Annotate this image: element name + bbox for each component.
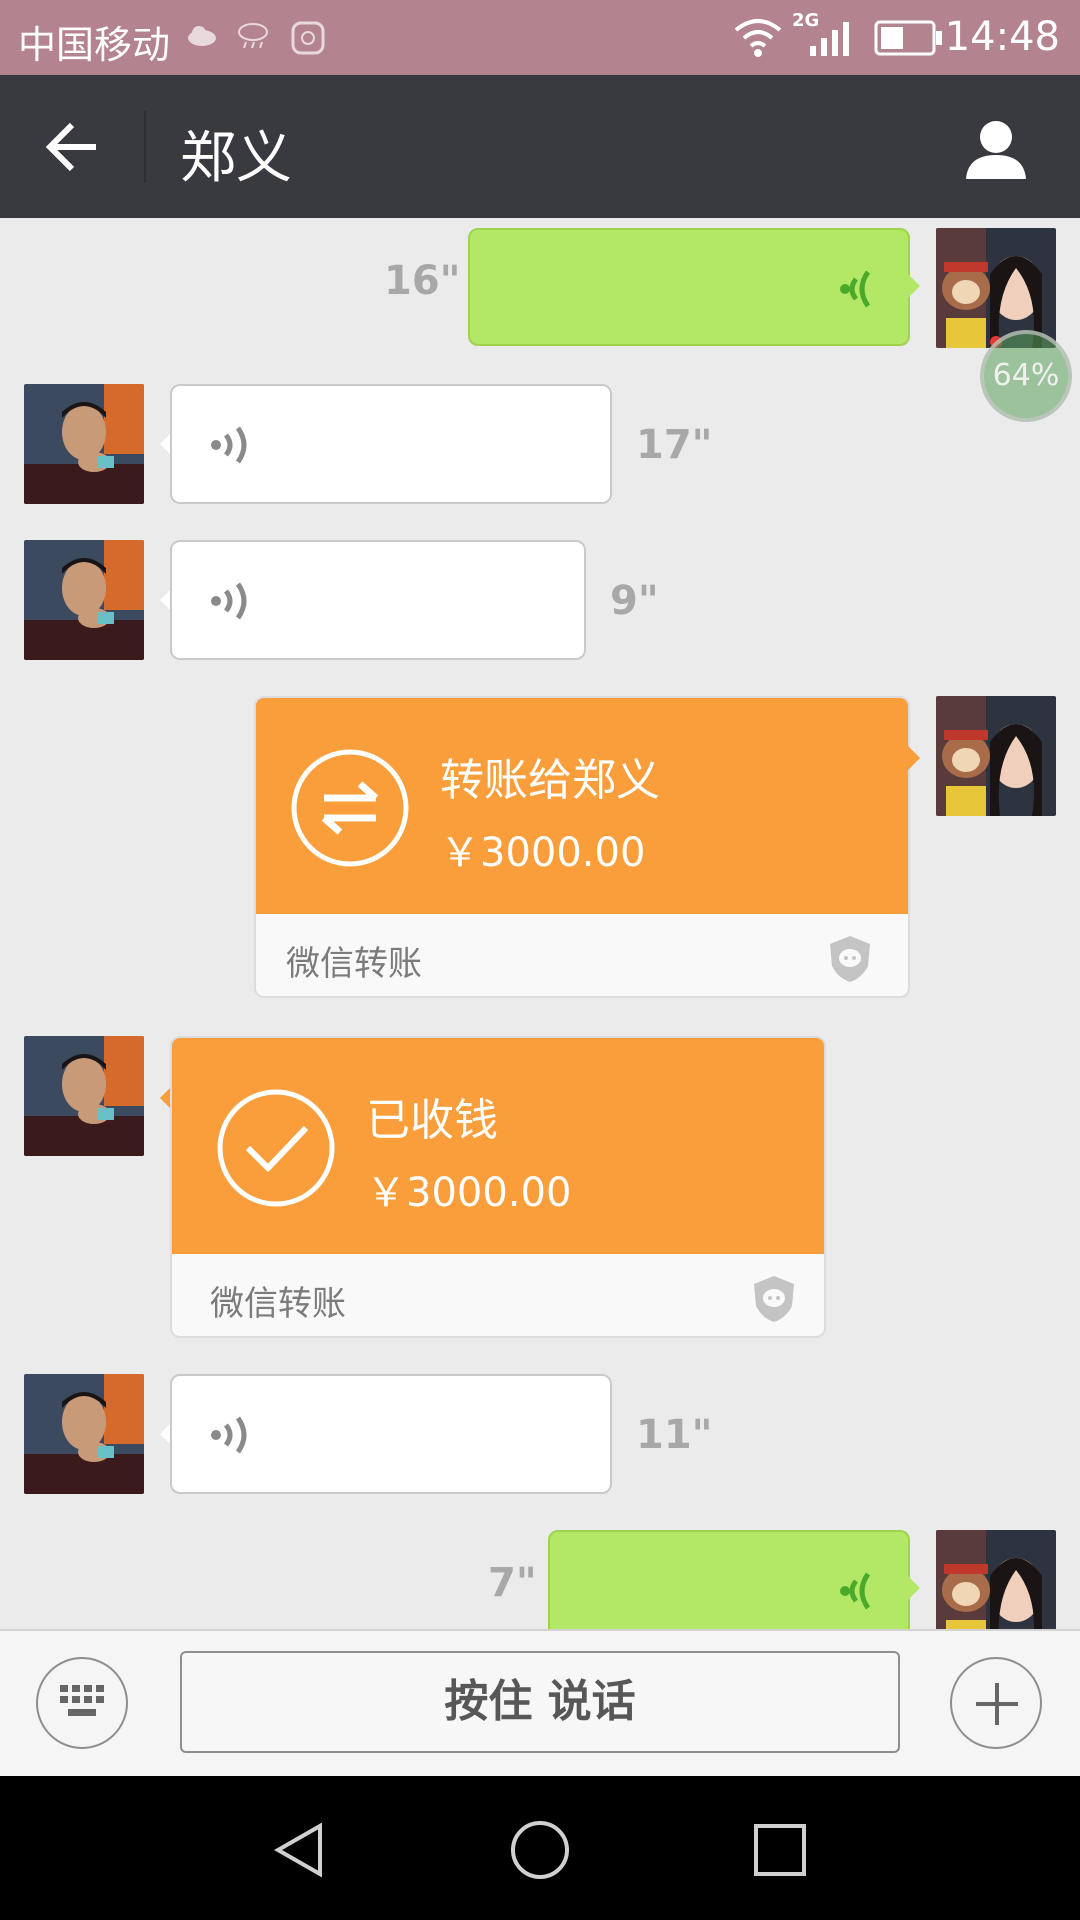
- message-row: 11": [0, 1374, 1080, 1494]
- message-row: 16" 64%: [0, 228, 1080, 422]
- voice-bubble[interactable]: [468, 228, 910, 346]
- voice-wave-icon: [840, 270, 871, 308]
- signal-icon: [810, 22, 849, 56]
- title-bar: 郑义: [0, 75, 1080, 218]
- message-row: 7": [0, 1530, 1080, 1629]
- keyboard-icon: [60, 1685, 104, 1716]
- cloud-icon: [188, 26, 216, 46]
- title-divider: [144, 111, 146, 183]
- transfer-amount: ￥3000.00: [440, 830, 646, 876]
- voice-wave-icon: [211, 426, 247, 464]
- wechat-shield-icon: [830, 936, 870, 982]
- voice-bubble[interactable]: [170, 1374, 612, 1494]
- voice-duration: 7": [488, 1560, 537, 1606]
- bubble-tail: [908, 746, 920, 770]
- transfer-card-top: 转账给郑义 ￥3000.00: [256, 698, 908, 914]
- transfer-card-top: 已收钱 ￥3000.00: [172, 1038, 824, 1254]
- avatar[interactable]: [24, 1036, 144, 1156]
- transfer-footer-label: 微信转账: [286, 944, 422, 984]
- transfer-arrows-icon: [291, 749, 409, 867]
- voice-bubble[interactable]: [170, 384, 612, 504]
- home-circle-icon[interactable]: [508, 1818, 572, 1882]
- voice-duration: 16": [384, 258, 461, 304]
- recents-square-icon[interactable]: [752, 1822, 808, 1878]
- voice-bubble[interactable]: [170, 540, 586, 660]
- arrow-left-icon[interactable]: [44, 121, 100, 173]
- bubble-tail: [908, 1576, 920, 1600]
- voice-duration: 17": [636, 422, 713, 468]
- status-bar: 中国移动 2G 14:48: [0, 0, 1080, 75]
- avatar-man-image: [24, 540, 144, 660]
- transfer-card[interactable]: 转账给郑义 ￥3000.00 微信转账: [254, 696, 910, 998]
- app-notification-icon: [291, 21, 325, 55]
- transfer-card-footer: 微信转账: [256, 914, 908, 996]
- transfer-footer-label: 微信转账: [210, 1284, 346, 1324]
- bubble-tail: [908, 274, 920, 298]
- hold-to-talk-button[interactable]: 按住 说话: [180, 1651, 900, 1753]
- chat-area[interactable]: 16" 64% 17" 9" 转账给郑义 ￥3000.00 微信转账 已收钱 ￥…: [0, 218, 1080, 1629]
- chat-title: 郑义: [180, 126, 292, 191]
- avatar-man-image: [24, 1374, 144, 1494]
- message-row: 已收钱 ￥3000.00 微信转账: [0, 1036, 1080, 1340]
- voice-bubble[interactable]: [548, 1530, 910, 1629]
- transfer-title: 已收钱: [366, 1095, 498, 1146]
- battery-icon: [874, 20, 942, 56]
- back-triangle-icon[interactable]: [272, 1820, 328, 1880]
- plus-icon: [976, 1683, 1018, 1725]
- clock: 14:48: [944, 14, 1060, 60]
- keyboard-toggle-button[interactable]: [36, 1657, 128, 1749]
- rain-icon: [238, 23, 268, 49]
- transfer-card-footer: 微信转账: [172, 1254, 824, 1336]
- avatar-woman-image: [936, 228, 1056, 348]
- message-row: 9": [0, 540, 1080, 660]
- navigation-bar: [0, 1776, 1080, 1920]
- voice-wave-icon: [840, 1572, 871, 1610]
- transfer-title: 转账给郑义: [440, 755, 660, 806]
- transfer-card[interactable]: 已收钱 ￥3000.00 微信转账: [170, 1036, 826, 1338]
- transfer-amount: ￥3000.00: [366, 1170, 572, 1216]
- wifi-icon: [734, 19, 782, 57]
- avatar[interactable]: [936, 228, 1056, 348]
- voice-wave-icon: [211, 582, 247, 620]
- avatar[interactable]: [24, 540, 144, 660]
- avatar[interactable]: [936, 1530, 1056, 1629]
- avatar[interactable]: [24, 384, 144, 504]
- checkmark-icon: [217, 1089, 335, 1207]
- message-row: 转账给郑义 ￥3000.00 微信转账: [0, 696, 1080, 1000]
- avatar-man-image: [24, 384, 144, 504]
- input-bar: 按住 说话: [0, 1629, 1080, 1776]
- carrier-name: 中国移动: [18, 23, 171, 67]
- voice-wave-icon: [211, 1416, 247, 1454]
- avatar-woman-image: [936, 696, 1056, 816]
- wechat-shield-icon: [754, 1276, 794, 1322]
- voice-duration: 9": [610, 578, 659, 624]
- avatar-woman-image: [936, 1530, 1056, 1629]
- voice-duration: 11": [636, 1412, 713, 1458]
- more-options-button[interactable]: [950, 1657, 1042, 1749]
- message-row: 17": [0, 384, 1080, 504]
- avatar-man-image: [24, 1036, 144, 1156]
- avatar[interactable]: [936, 696, 1056, 816]
- person-icon[interactable]: [964, 117, 1028, 181]
- avatar[interactable]: [24, 1374, 144, 1494]
